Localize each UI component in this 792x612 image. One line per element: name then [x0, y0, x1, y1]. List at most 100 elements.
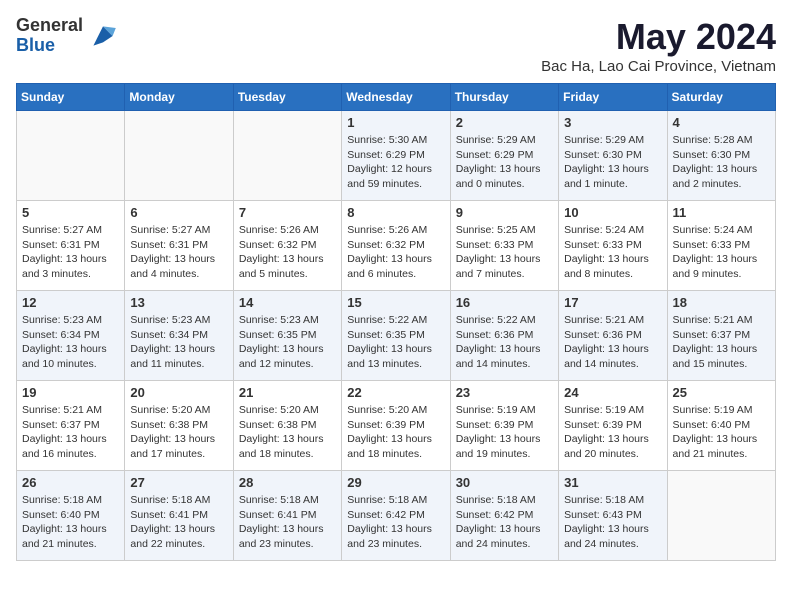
day-number: 15 — [347, 295, 444, 310]
column-header-saturday: Saturday — [667, 84, 775, 111]
calendar-week-row: 12 Sunrise: 5:23 AM Sunset: 6:34 PM Dayli… — [17, 291, 776, 381]
day-number: 1 — [347, 115, 444, 130]
column-header-friday: Friday — [559, 84, 667, 111]
day-info: Sunrise: 5:22 AM Sunset: 6:36 PM Dayligh… — [456, 313, 553, 372]
day-number: 23 — [456, 385, 553, 400]
calendar-cell: 15Sunrise: 5:22 AM Sunset: 6:35 PM Dayli… — [342, 291, 450, 381]
calendar-cell: 22Sunrise: 5:20 AM Sunset: 6:39 PM Dayli… — [342, 381, 450, 471]
calendar-week-row: 1Sunrise: 5:30 AM Sunset: 6:29 PM Daylig… — [17, 111, 776, 201]
logo: General Blue — [16, 16, 119, 56]
day-info: Sunrise: 5:20 AM Sunset: 6:39 PM Dayligh… — [347, 403, 444, 462]
day-number: 21 — [239, 385, 336, 400]
calendar-cell: 27 Sunrise: 5:18 AM Sunset: 6:41 PM Dayli… — [125, 471, 233, 561]
calendar-cell — [17, 111, 125, 201]
day-info: Sunrise: 5:21 AM Sunset: 6:37 PM Dayligh… — [673, 313, 770, 372]
day-info: Sunrise: 5:29 AM Sunset: 6:29 PM Dayligh… — [456, 133, 553, 192]
day-info: Sunrise: 5:28 AM Sunset: 6:30 PM Dayligh… — [673, 133, 770, 192]
subtitle: Bac Ha, Lao Cai Province, Vietnam — [541, 58, 776, 75]
calendar-cell: 1Sunrise: 5:30 AM Sunset: 6:29 PM Daylig… — [342, 111, 450, 201]
calendar-cell: 24 Sunrise: 5:19 AM Sunset: 6:39 PM Dayli… — [559, 381, 667, 471]
calendar-header-row: SundayMondayTuesdayWednesdayThursdayFrid… — [17, 84, 776, 111]
day-number: 20 — [130, 385, 227, 400]
calendar-cell — [667, 471, 775, 561]
day-number: 31 — [564, 475, 661, 490]
day-number: 12 — [22, 295, 119, 310]
day-number: 3 — [564, 115, 661, 130]
day-info: Sunrise: 5:19 AM Sunset: 6:39 PM Dayligh… — [564, 403, 661, 462]
calendar-cell: 7Sunrise: 5:26 AM Sunset: 6:32 PM Daylig… — [233, 201, 341, 291]
day-info: Sunrise: 5:26 AM Sunset: 6:32 PM Dayligh… — [347, 223, 444, 282]
calendar-cell: 11 Sunrise: 5:24 AM Sunset: 6:33 PM Dayli… — [667, 201, 775, 291]
day-number: 8 — [347, 205, 444, 220]
day-info: Sunrise: 5:19 AM Sunset: 6:39 PM Dayligh… — [456, 403, 553, 462]
calendar-cell: 25 Sunrise: 5:19 AM Sunset: 6:40 PM Dayli… — [667, 381, 775, 471]
day-number: 18 — [673, 295, 770, 310]
day-info: Sunrise: 5:27 AM Sunset: 6:31 PM Dayligh… — [130, 223, 227, 282]
day-number: 10 — [564, 205, 661, 220]
day-info: Sunrise: 5:23 AM Sunset: 6:35 PM Dayligh… — [239, 313, 336, 372]
calendar-cell: 12 Sunrise: 5:23 AM Sunset: 6:34 PM Dayli… — [17, 291, 125, 381]
calendar-cell: 9Sunrise: 5:25 AM Sunset: 6:33 PM Daylig… — [450, 201, 558, 291]
day-info: Sunrise: 5:21 AM Sunset: 6:36 PM Dayligh… — [564, 313, 661, 372]
day-info: Sunrise: 5:25 AM Sunset: 6:33 PM Dayligh… — [456, 223, 553, 282]
day-number: 27 — [130, 475, 227, 490]
calendar-cell: 13Sunrise: 5:23 AM Sunset: 6:34 PM Dayli… — [125, 291, 233, 381]
day-number: 28 — [239, 475, 336, 490]
calendar-cell — [125, 111, 233, 201]
column-header-sunday: Sunday — [17, 84, 125, 111]
day-info: Sunrise: 5:18 AM Sunset: 6:42 PM Dayligh… — [456, 493, 553, 552]
main-title: May 2024 — [541, 16, 776, 58]
day-number: 30 — [456, 475, 553, 490]
day-number: 7 — [239, 205, 336, 220]
calendar-cell: 4Sunrise: 5:28 AM Sunset: 6:30 PM Daylig… — [667, 111, 775, 201]
day-number: 11 — [673, 205, 770, 220]
calendar-cell: 8 Sunrise: 5:26 AM Sunset: 6:32 PM Daylig… — [342, 201, 450, 291]
day-info: Sunrise: 5:18 AM Sunset: 6:43 PM Dayligh… — [564, 493, 661, 552]
day-info: Sunrise: 5:18 AM Sunset: 6:40 PM Dayligh… — [22, 493, 119, 552]
day-info: Sunrise: 5:24 AM Sunset: 6:33 PM Dayligh… — [564, 223, 661, 282]
calendar-cell: 3 Sunrise: 5:29 AM Sunset: 6:30 PM Daylig… — [559, 111, 667, 201]
calendar-cell: 5 Sunrise: 5:27 AM Sunset: 6:31 PM Daylig… — [17, 201, 125, 291]
calendar-cell: 18 Sunrise: 5:21 AM Sunset: 6:37 PM Dayli… — [667, 291, 775, 381]
day-info: Sunrise: 5:29 AM Sunset: 6:30 PM Dayligh… — [564, 133, 661, 192]
calendar-cell: 17Sunrise: 5:21 AM Sunset: 6:36 PM Dayli… — [559, 291, 667, 381]
day-number: 26 — [22, 475, 119, 490]
day-number: 25 — [673, 385, 770, 400]
calendar-cell: 2Sunrise: 5:29 AM Sunset: 6:29 PM Daylig… — [450, 111, 558, 201]
column-header-monday: Monday — [125, 84, 233, 111]
column-header-wednesday: Wednesday — [342, 84, 450, 111]
day-info: Sunrise: 5:24 AM Sunset: 6:33 PM Dayligh… — [673, 223, 770, 282]
calendar-cell: 16 Sunrise: 5:22 AM Sunset: 6:36 PM Dayli… — [450, 291, 558, 381]
calendar-cell: 10 Sunrise: 5:24 AM Sunset: 6:33 PM Dayli… — [559, 201, 667, 291]
day-info: Sunrise: 5:27 AM Sunset: 6:31 PM Dayligh… — [22, 223, 119, 282]
calendar-week-row: 19Sunrise: 5:21 AM Sunset: 6:37 PM Dayli… — [17, 381, 776, 471]
day-info: Sunrise: 5:20 AM Sunset: 6:38 PM Dayligh… — [239, 403, 336, 462]
title-block: May 2024 Bac Ha, Lao Cai Province, Vietn… — [541, 16, 776, 75]
day-info: Sunrise: 5:23 AM Sunset: 6:34 PM Dayligh… — [22, 313, 119, 372]
calendar-cell: 30 Sunrise: 5:18 AM Sunset: 6:42 PM Dayli… — [450, 471, 558, 561]
calendar-cell: 28 Sunrise: 5:18 AM Sunset: 6:41 PM Dayli… — [233, 471, 341, 561]
day-info: Sunrise: 5:20 AM Sunset: 6:38 PM Dayligh… — [130, 403, 227, 462]
day-number: 14 — [239, 295, 336, 310]
day-info: Sunrise: 5:21 AM Sunset: 6:37 PM Dayligh… — [22, 403, 119, 462]
day-number: 24 — [564, 385, 661, 400]
calendar-cell: 21 Sunrise: 5:20 AM Sunset: 6:38 PM Dayli… — [233, 381, 341, 471]
calendar-cell: 31 Sunrise: 5:18 AM Sunset: 6:43 PM Dayli… — [559, 471, 667, 561]
calendar-cell: 26 Sunrise: 5:18 AM Sunset: 6:40 PM Dayli… — [17, 471, 125, 561]
logo-icon — [87, 20, 119, 52]
calendar-cell: 19Sunrise: 5:21 AM Sunset: 6:37 PM Dayli… — [17, 381, 125, 471]
calendar-cell: 20 Sunrise: 5:20 AM Sunset: 6:38 PM Dayli… — [125, 381, 233, 471]
day-number: 16 — [456, 295, 553, 310]
day-number: 5 — [22, 205, 119, 220]
logo-blue-text: Blue — [16, 36, 83, 56]
day-info: Sunrise: 5:19 AM Sunset: 6:40 PM Dayligh… — [673, 403, 770, 462]
calendar-cell: 23 Sunrise: 5:19 AM Sunset: 6:39 PM Dayli… — [450, 381, 558, 471]
day-info: Sunrise: 5:18 AM Sunset: 6:41 PM Dayligh… — [239, 493, 336, 552]
day-number: 6 — [130, 205, 227, 220]
calendar-table: SundayMondayTuesdayWednesdayThursdayFrid… — [16, 83, 776, 561]
day-info: Sunrise: 5:18 AM Sunset: 6:41 PM Dayligh… — [130, 493, 227, 552]
calendar-week-row: 5 Sunrise: 5:27 AM Sunset: 6:31 PM Daylig… — [17, 201, 776, 291]
day-info: Sunrise: 5:18 AM Sunset: 6:42 PM Dayligh… — [347, 493, 444, 552]
day-number: 29 — [347, 475, 444, 490]
day-info: Sunrise: 5:23 AM Sunset: 6:34 PM Dayligh… — [130, 313, 227, 372]
